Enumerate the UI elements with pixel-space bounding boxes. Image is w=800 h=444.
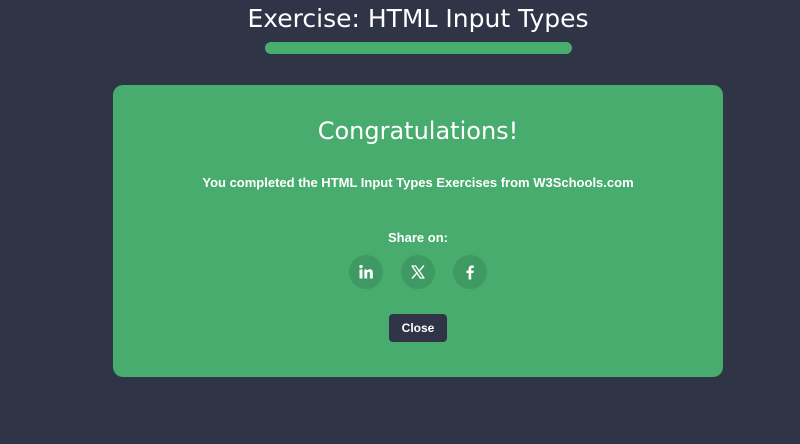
close-button[interactable]: Close	[389, 314, 447, 342]
facebook-icon	[462, 264, 478, 280]
page: Exercise: HTML Input Types Congratulatio…	[0, 0, 800, 444]
completion-message: You completed the HTML Input Types Exerc…	[202, 175, 634, 190]
exercise-title: Exercise: HTML Input Types	[247, 4, 589, 33]
share-linkedin-button[interactable]	[349, 255, 383, 289]
share-facebook-button[interactable]	[453, 255, 487, 289]
share-buttons	[349, 255, 489, 289]
share-label: Share on:	[388, 230, 448, 245]
dialog-heading: Congratulations!	[317, 117, 519, 145]
linkedin-icon	[358, 264, 374, 280]
progress-bar	[265, 42, 572, 54]
progress-bar-fill	[265, 42, 572, 54]
x-icon	[410, 264, 426, 280]
share-x-button[interactable]	[401, 255, 435, 289]
congratulations-dialog: Congratulations! You completed the HTML …	[113, 85, 723, 377]
